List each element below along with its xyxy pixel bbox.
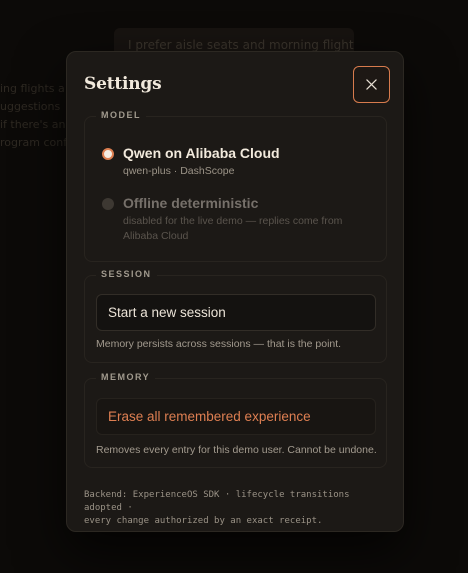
footer-line: every change authorized by an exact rece…	[84, 516, 323, 526]
model-option-detail: qwen-plus · DashScope	[123, 165, 235, 177]
model-option-label: Qwen on Alibaba Cloud	[123, 145, 280, 161]
radio-selected-icon[interactable]	[102, 148, 114, 160]
backend-footer: Backend: ExperienceOS SDK · lifecycle tr…	[84, 489, 389, 528]
model-legend: MODEL	[96, 110, 146, 120]
close-icon	[366, 79, 377, 90]
memory-section: MEMORY Erase all remembered experience R…	[84, 372, 387, 468]
radio-disabled-icon	[102, 198, 114, 210]
model-option-offline: Offline deterministic disabled for the l…	[102, 194, 373, 244]
erase-memory-button[interactable]: Erase all remembered experience	[96, 398, 376, 435]
dialog-title: Settings	[84, 74, 162, 94]
model-section: MODEL Qwen on Alibaba Cloud qwen-plus · …	[84, 110, 387, 262]
session-legend: SESSION	[96, 269, 157, 279]
model-option-qwen[interactable]: Qwen on Alibaba Cloud qwen-plus · DashSc…	[102, 144, 373, 179]
session-help-text: Memory persists across sessions — that i…	[96, 338, 342, 350]
model-option-label: Offline deterministic	[123, 195, 259, 211]
close-button[interactable]	[353, 66, 390, 103]
memory-legend: MEMORY	[96, 372, 156, 382]
settings-dialog: Settings MODEL Qwen on Alibaba Cloud qwe…	[66, 51, 404, 532]
session-section: SESSION Start a new session Memory persi…	[84, 269, 387, 363]
memory-help-text: Removes every entry for this demo user. …	[96, 444, 377, 456]
new-session-button[interactable]: Start a new session	[96, 294, 376, 331]
footer-line: Backend: ExperienceOS SDK · lifecycle tr…	[84, 490, 350, 513]
model-option-detail: disabled for the live demo — replies com…	[123, 215, 343, 242]
